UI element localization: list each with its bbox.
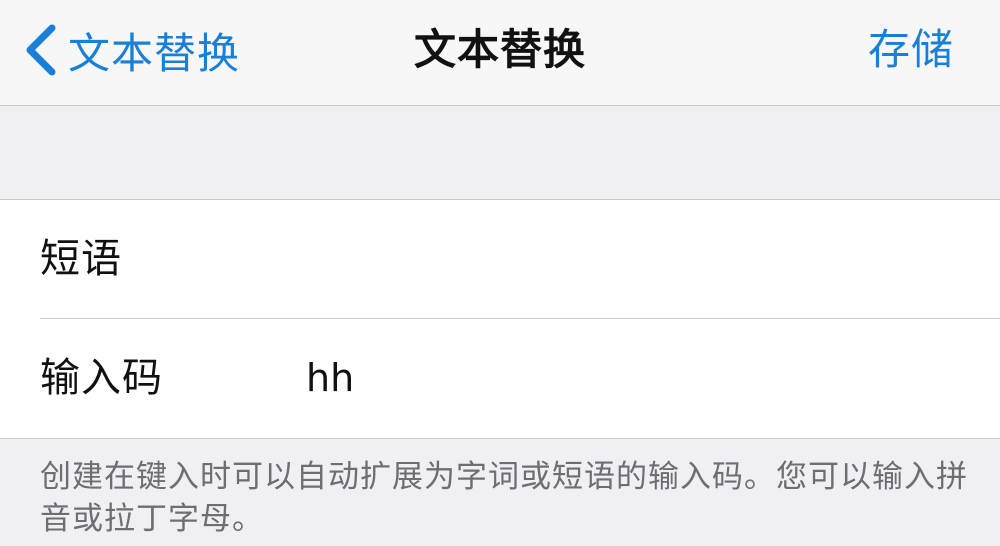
text-replacement-form: 短语 输入码 [0,199,1000,439]
shortcut-row[interactable]: 输入码 [0,319,1000,437]
shortcut-input[interactable] [306,343,946,413]
save-button[interactable]: 存储 [868,18,954,82]
phrase-input[interactable] [306,224,946,294]
chevron-left-icon [26,24,56,76]
back-button-label: 文本替换 [68,28,241,78]
phrase-row[interactable]: 短语 [0,200,1000,318]
section-spacer [0,106,1000,199]
phrase-label: 短语 [40,236,122,282]
back-button[interactable]: 文本替换 [22,18,240,82]
shortcut-label: 输入码 [40,355,163,401]
navigation-bar: 文本替换 文本替换 存储 [0,0,1000,106]
footer-note: 创建在键入时可以自动扩展为字词或短语的输入码。您可以输入拼音或拉丁字母。 [40,459,968,537]
